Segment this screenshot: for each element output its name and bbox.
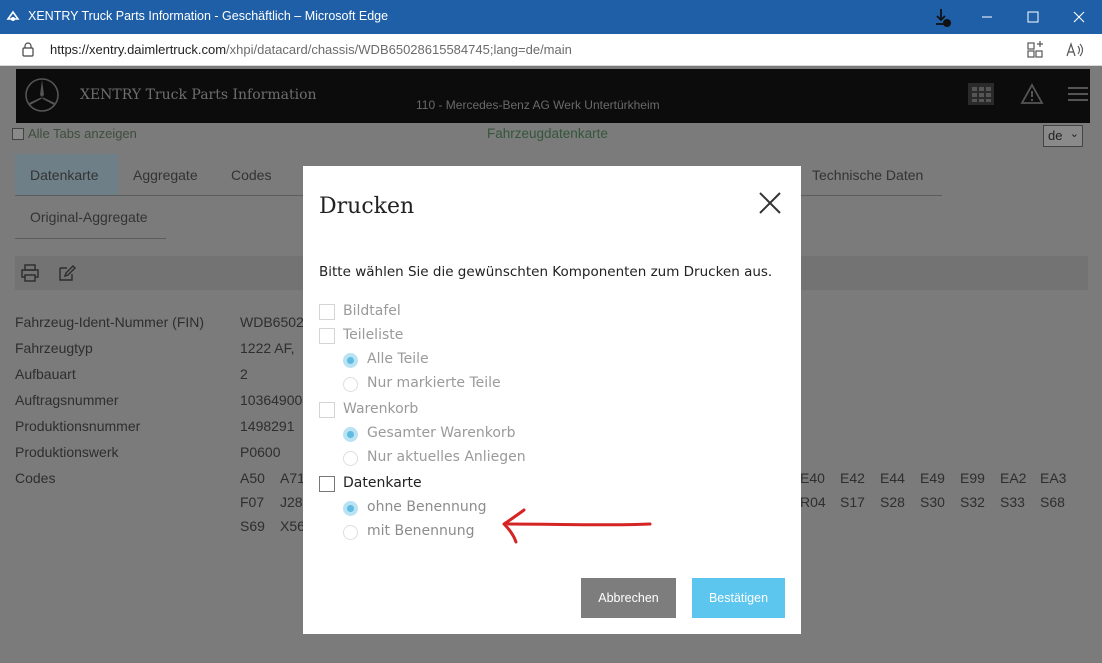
code-item: EA2 xyxy=(1000,470,1027,486)
label-codes: Codes xyxy=(15,470,56,486)
tab-aggregate[interactable]: Aggregate xyxy=(133,167,198,183)
code-item: E99 xyxy=(960,470,985,486)
annotation-arrow-icon xyxy=(502,508,652,544)
maximize-button[interactable] xyxy=(1010,0,1056,34)
checkbox-teileliste[interactable] xyxy=(319,328,335,344)
radio-dot[interactable] xyxy=(343,353,358,368)
code-item: E40 xyxy=(800,470,825,486)
close-icon xyxy=(1073,11,1085,23)
read-aloud-icon[interactable] xyxy=(1066,41,1084,59)
radio-dot[interactable] xyxy=(343,451,358,466)
label-produktionsnummer: Produktionsnummer xyxy=(15,418,141,434)
code-item: S30 xyxy=(920,494,945,510)
tab-datenkarte[interactable]: Datenkarte xyxy=(30,167,98,183)
code-item: EA3 xyxy=(1040,470,1067,486)
code-item: S28 xyxy=(880,494,905,510)
minimize-button[interactable] xyxy=(964,0,1010,34)
page-title: Fahrzeugdatenkarte xyxy=(487,126,608,141)
label-produktionswerk: Produktionswerk xyxy=(15,444,119,460)
print-icon[interactable] xyxy=(21,264,39,282)
minimize-icon xyxy=(982,16,992,18)
label-aufbauart: Aufbauart xyxy=(15,366,76,382)
tab-codes[interactable]: Codes xyxy=(231,167,271,183)
value-auftragsnummer: 10364900 xyxy=(240,392,303,408)
grid-menu-icon[interactable] xyxy=(968,83,994,105)
url-text[interactable]: https://xentry.daimlertruck.com/xhpi/dat… xyxy=(50,42,572,57)
tab-divider xyxy=(15,238,166,239)
tab-technische-daten[interactable]: Technische Daten xyxy=(812,167,923,183)
code-item: A71 xyxy=(280,470,305,486)
code-item: E44 xyxy=(880,470,905,486)
lock-icon[interactable] xyxy=(22,42,34,57)
label-auftragsnummer: Auftragsnummer xyxy=(15,392,119,408)
code-item: S69 xyxy=(240,518,265,534)
value-fin: WDB6502 xyxy=(240,314,304,330)
radio-dot[interactable] xyxy=(343,377,358,392)
code-item: S33 xyxy=(1000,494,1025,510)
checkbox-warenkorb[interactable] xyxy=(319,402,335,418)
cancel-button[interactable]: Abbrechen xyxy=(581,578,676,618)
edit-icon[interactable] xyxy=(58,264,76,282)
hamburger-menu-icon[interactable] xyxy=(1066,83,1090,105)
close-dialog-icon[interactable] xyxy=(757,190,783,216)
code-item: X56 xyxy=(280,518,305,534)
code-item: S68 xyxy=(1040,494,1065,510)
split-screen-icon[interactable] xyxy=(1026,41,1044,59)
print-dialog: Drucken Bitte wählen Sie die gewünschten… xyxy=(303,166,801,634)
code-item: R04 xyxy=(800,494,826,510)
dialog-title: Drucken xyxy=(319,194,415,219)
radio-dot[interactable] xyxy=(343,501,358,516)
chevron-down-icon: ⌄ xyxy=(1069,128,1079,140)
plant-name: 110 - Mercedes-Benz AG Werk Untertürkhei… xyxy=(416,98,660,112)
edge-app-icon xyxy=(6,10,20,21)
value-aufbauart: 2 xyxy=(240,366,248,382)
download-icon[interactable] xyxy=(934,8,952,28)
window-title: XENTRY Truck Parts Information - Geschäf… xyxy=(28,9,389,23)
tab-original-aggregate[interactable]: Original-Aggregate xyxy=(30,209,148,225)
confirm-button[interactable]: Bestätigen xyxy=(692,578,785,618)
code-item: E42 xyxy=(840,470,865,486)
address-bar[interactable]: https://xentry.daimlertruck.com/xhpi/dat… xyxy=(0,34,1102,66)
value-fahrzeugtyp: 1222 AF, xyxy=(240,340,295,356)
code-item: S17 xyxy=(840,494,865,510)
checkbox-datenkarte[interactable] xyxy=(319,476,335,492)
mercedes-star-logo xyxy=(25,78,59,112)
label-fin: Fahrzeug-Ident-Nummer (FIN) xyxy=(15,314,205,330)
all-tabs-checkbox[interactable] xyxy=(12,128,24,140)
dialog-instruction: Bitte wählen Sie die gewünschten Kompone… xyxy=(319,264,773,280)
language-select[interactable]: de ⌄ xyxy=(1043,125,1083,147)
code-item: J28 xyxy=(280,494,303,510)
all-tabs-toggle[interactable]: Alle Tabs anzeigen xyxy=(12,126,137,141)
checkbox-bildtafel[interactable] xyxy=(319,304,335,320)
maximize-icon xyxy=(1027,11,1039,23)
code-item: E49 xyxy=(920,470,945,486)
value-produktionswerk: P0600 xyxy=(240,444,281,460)
radio-dot[interactable] xyxy=(343,525,358,540)
code-item: A50 xyxy=(240,470,265,486)
code-item: F07 xyxy=(240,494,265,510)
code-item: S32 xyxy=(960,494,985,510)
brand-title: XENTRY Truck Parts Information xyxy=(80,87,317,103)
label-fahrzeugtyp: Fahrzeugtyp xyxy=(15,340,93,356)
radio-dot[interactable] xyxy=(343,427,358,442)
window-titlebar: XENTRY Truck Parts Information - Geschäf… xyxy=(0,0,1102,34)
value-produktionsnummer: 1498291 xyxy=(240,418,295,434)
warning-icon[interactable] xyxy=(1020,83,1044,105)
app-header: XENTRY Truck Parts Information 110 - Mer… xyxy=(16,69,1090,123)
close-window-button[interactable] xyxy=(1056,0,1102,34)
